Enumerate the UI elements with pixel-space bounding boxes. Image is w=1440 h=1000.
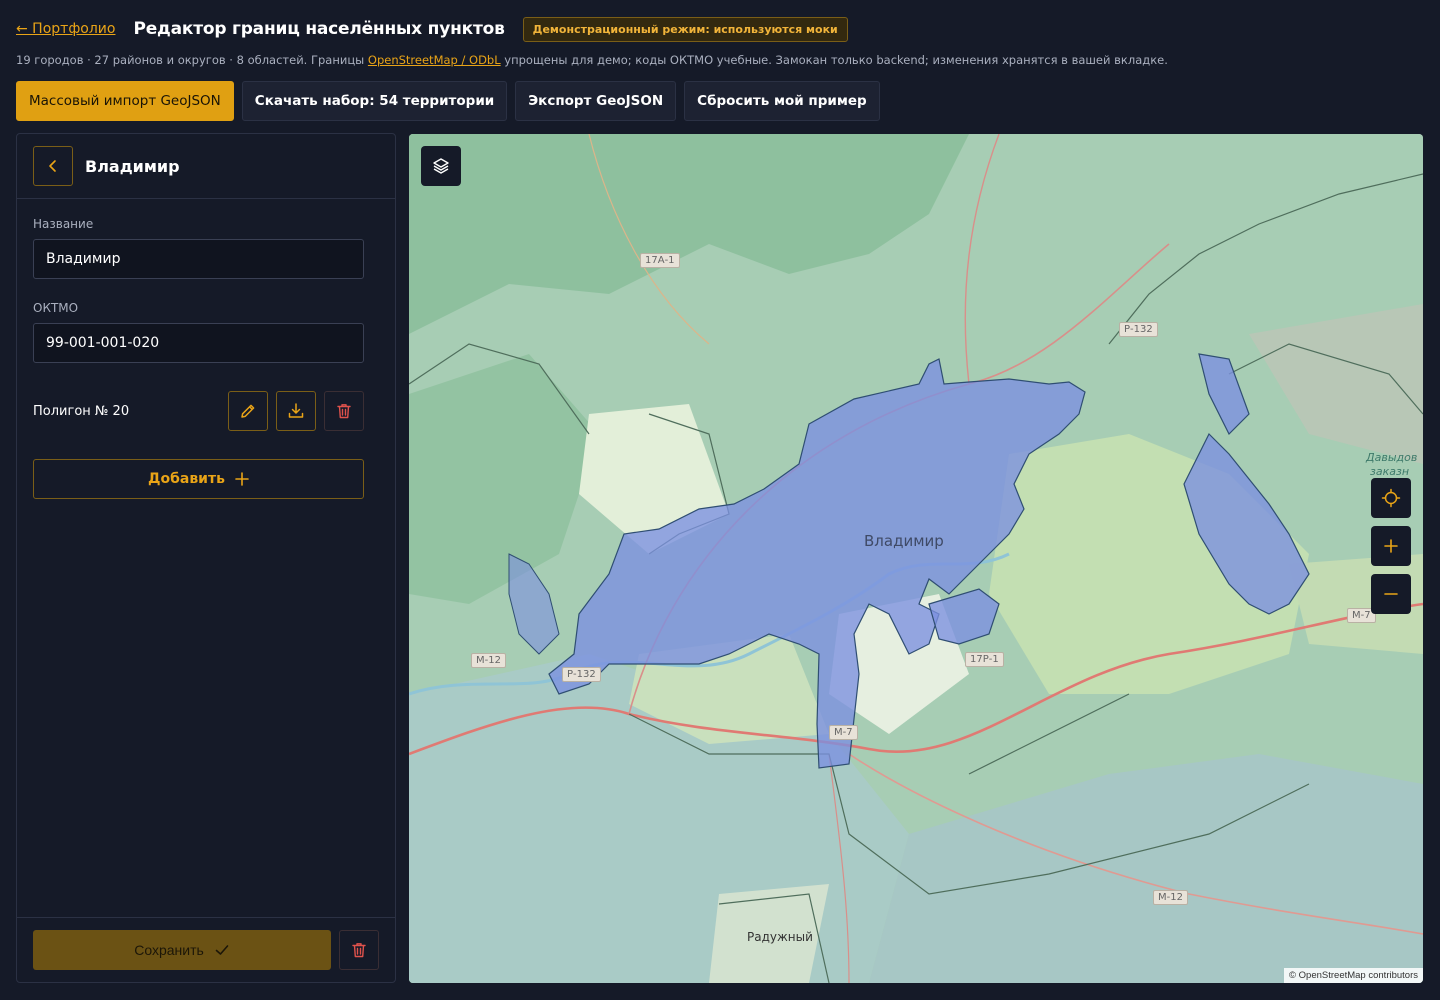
edit-polygon-button[interactable] [228, 391, 268, 431]
download-dataset-button[interactable]: Скачать набор: 54 территории [241, 81, 508, 121]
dataset-description: 19 городов · 27 районов и округов · 8 об… [16, 53, 1168, 67]
polygon-label: Полигон № 20 [33, 403, 130, 419]
map-base-layer [409, 134, 1423, 983]
minus-icon [1384, 593, 1398, 595]
road-label: М-12 [1153, 890, 1188, 905]
chevron-left-icon [49, 160, 56, 172]
export-geojson-button[interactable]: Экспорт GeoJSON [515, 81, 677, 121]
pencil-icon [241, 404, 255, 418]
add-polygon-button[interactable]: Добавить [33, 459, 364, 499]
reserve-label: Давыдов [1366, 451, 1418, 464]
toolbar: Массовый импорт GeoJSON Скачать набор: 5… [16, 81, 880, 121]
map-attribution[interactable]: © OpenStreetMap contributors [1284, 968, 1423, 983]
check-icon [215, 945, 229, 955]
map-view[interactable]: 17А-1 Р-132 М-12 Р-132 М-7 17Р-1 М-7 М-1… [409, 134, 1423, 983]
download-icon [288, 403, 304, 418]
polygon-actions [228, 391, 364, 431]
road-label: М-7 [829, 725, 858, 740]
zoom-in-button[interactable] [1371, 526, 1411, 566]
add-polygon-label: Добавить [148, 471, 225, 487]
plus-icon [1384, 539, 1398, 553]
bulk-import-geojson-button[interactable]: Массовый импорт GeoJSON [16, 81, 234, 121]
reset-example-button[interactable]: Сбросить мой пример [684, 81, 880, 121]
road-label: 17А-1 [640, 253, 680, 268]
save-button[interactable]: Сохранить [33, 930, 331, 970]
road-label: Р-132 [562, 667, 601, 682]
road-label: М-12 [471, 653, 506, 668]
delete-territory-button[interactable] [339, 930, 379, 970]
download-polygon-button[interactable] [276, 391, 316, 431]
back-to-portfolio-link[interactable]: ← Портфолио [16, 21, 115, 37]
town-label: Радужный [747, 930, 813, 944]
trash-icon [352, 943, 366, 958]
reserve-label-line2: заказн [1370, 465, 1410, 478]
locate-button[interactable] [1371, 478, 1411, 518]
territory-title: Владимир [85, 156, 180, 176]
city-label: Владимир [864, 532, 944, 550]
header: ← Портфолио Редактор границ населённых п… [16, 14, 848, 44]
polygon-row: Полигон № 20 [33, 391, 364, 431]
layers-button[interactable] [421, 146, 461, 186]
osm-license-link[interactable]: OpenStreetMap / ODbL [368, 53, 501, 67]
subline-text-after: упрощены для демо; коды ОКТМО учебные. З… [500, 53, 1168, 67]
back-button[interactable] [33, 146, 73, 186]
name-input[interactable] [33, 239, 364, 279]
territory-editor-panel: Владимир Название ОКТМО Полигон № 20 Доб… [16, 133, 396, 983]
oktmo-input[interactable] [33, 323, 364, 363]
name-field-label: Название [33, 217, 94, 231]
save-label: Сохранить [134, 942, 204, 958]
subline-text-before: 19 городов · 27 районов и округов · 8 об… [16, 53, 368, 67]
plus-icon [235, 472, 249, 486]
layers-icon [433, 158, 449, 174]
trash-icon [337, 404, 351, 419]
zoom-out-button[interactable] [1371, 574, 1411, 614]
road-label: Р-132 [1119, 322, 1158, 337]
panel-header: Владимир [17, 134, 395, 199]
delete-polygon-button[interactable] [324, 391, 364, 431]
panel-footer: Сохранить [17, 917, 395, 982]
road-label: 17Р-1 [965, 652, 1004, 667]
crosshair-icon [1381, 488, 1401, 508]
page-title: Редактор границ населённых пунктов [133, 19, 505, 39]
demo-mode-badge: Демонстрационный режим: используются мок… [522, 16, 848, 42]
oktmo-field-label: ОКТМО [33, 301, 79, 315]
